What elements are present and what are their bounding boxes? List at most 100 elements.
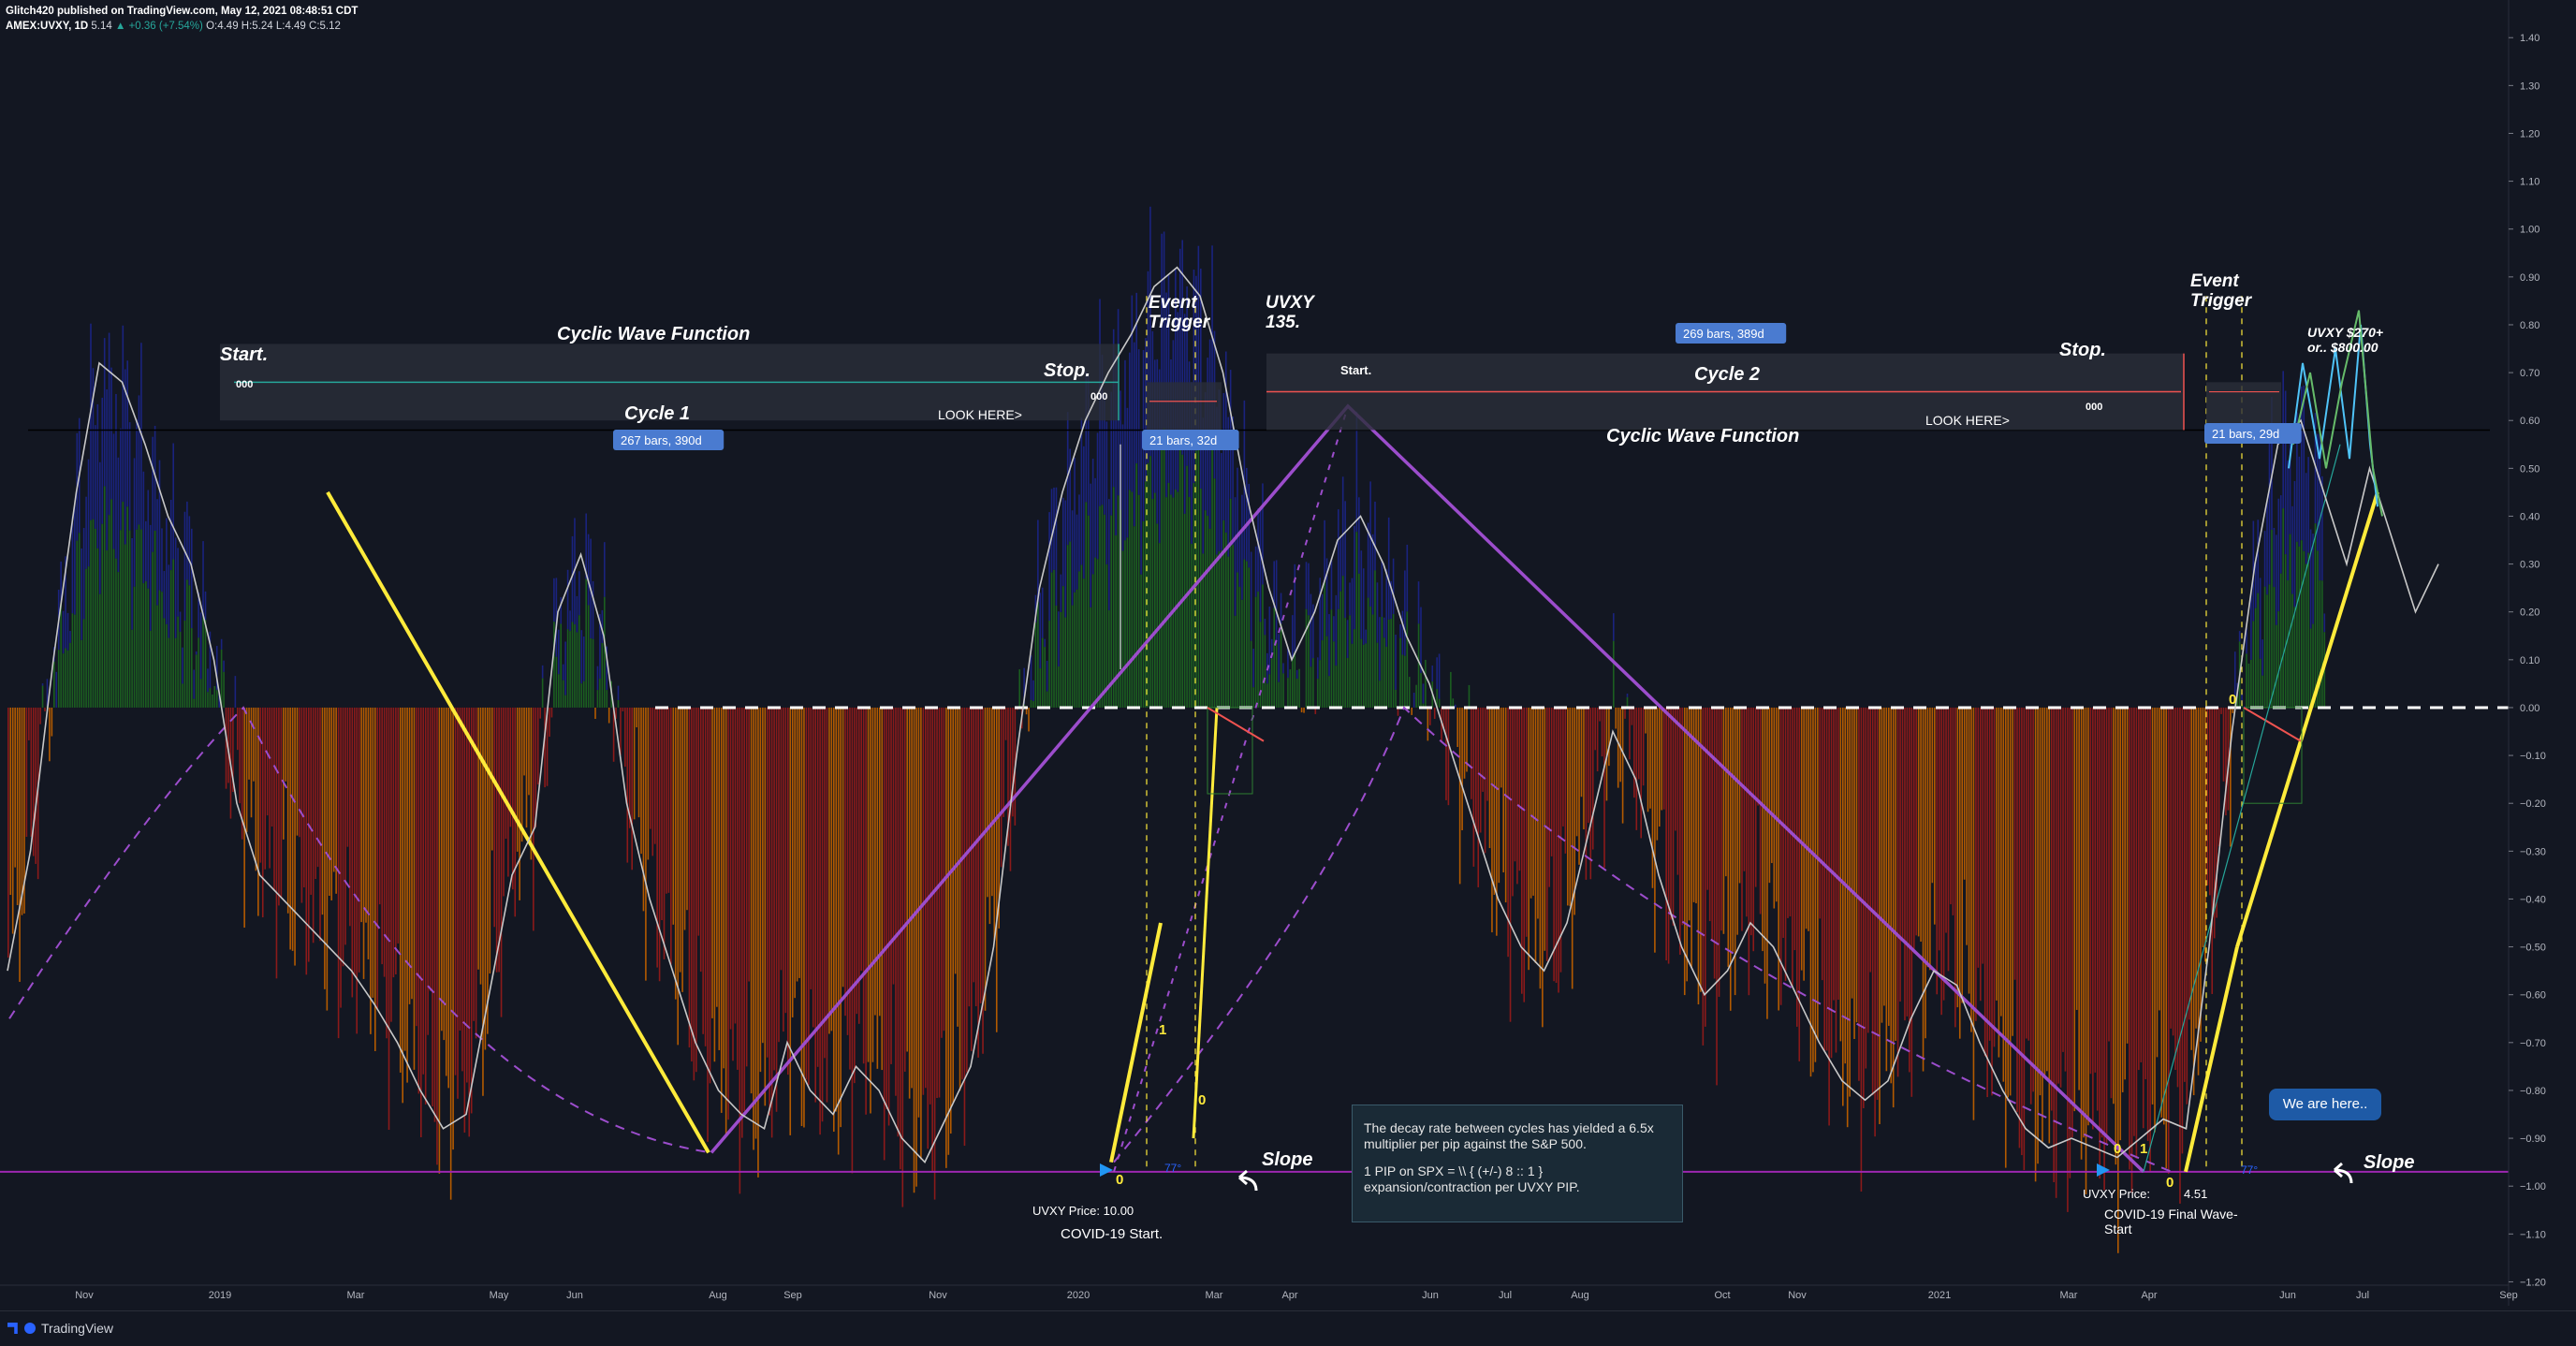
hist-bar bbox=[41, 683, 44, 686]
hist-bar bbox=[541, 678, 544, 708]
hist-bar bbox=[152, 436, 154, 552]
hist-bar bbox=[2023, 707, 2026, 1171]
hist-bar bbox=[342, 707, 344, 967]
annotation-text: UVXY bbox=[1266, 293, 1316, 313]
hist-bar bbox=[840, 707, 842, 1128]
hist-bar bbox=[1778, 707, 1779, 1011]
hist-bar bbox=[1708, 707, 1711, 922]
hist-bar bbox=[1809, 707, 1812, 1077]
hist-bar bbox=[587, 534, 590, 606]
hist-bar bbox=[1885, 707, 1888, 1072]
hist-bar bbox=[2055, 707, 2057, 1198]
hist-bar bbox=[346, 707, 349, 847]
hist-bar bbox=[966, 707, 968, 1073]
hist-bar bbox=[1328, 676, 1330, 708]
hist-bar bbox=[1438, 653, 1441, 699]
hist-bar bbox=[622, 707, 624, 712]
hist-bar bbox=[2261, 675, 2263, 708]
hist-bar bbox=[174, 537, 177, 638]
hist-bar bbox=[1188, 497, 1191, 708]
annotation-text: UVXY $270+ bbox=[2307, 325, 2383, 340]
hist-bar bbox=[2043, 707, 2046, 1078]
hist-bar bbox=[693, 707, 695, 1081]
hist-bar bbox=[2307, 552, 2309, 708]
hist-bar bbox=[2305, 563, 2307, 708]
hist-bar bbox=[329, 707, 330, 896]
hist-bar bbox=[1310, 666, 1312, 708]
hist-bar bbox=[631, 707, 633, 871]
hist-bar bbox=[166, 623, 168, 708]
hist-bar bbox=[1305, 608, 1308, 708]
hist-bar bbox=[1553, 707, 1555, 982]
hist-bar bbox=[1124, 359, 1126, 541]
hist-bar bbox=[2087, 707, 2089, 1126]
hist-bar bbox=[1080, 564, 1083, 708]
hist-bar bbox=[1091, 459, 1094, 575]
hist-bar bbox=[1383, 617, 1385, 638]
hist-bar bbox=[223, 671, 225, 708]
hist-bar bbox=[1883, 707, 1885, 1006]
hist-bar bbox=[2181, 707, 2184, 1154]
hist-bar bbox=[71, 516, 74, 614]
hist-bar bbox=[645, 707, 647, 981]
hist-bar bbox=[582, 680, 585, 708]
hist-bar bbox=[1140, 574, 1142, 708]
hist-bar bbox=[702, 707, 704, 1034]
hist-bar bbox=[620, 707, 622, 755]
hist-bar bbox=[156, 605, 158, 708]
hist-bar bbox=[555, 656, 558, 708]
hist-bar bbox=[69, 642, 71, 708]
hist-bar bbox=[1931, 707, 1934, 884]
hist-bar bbox=[2156, 707, 2159, 1058]
hist-bar bbox=[539, 707, 541, 719]
annotation-text: 269 bars, 389d bbox=[1683, 327, 1764, 341]
hist-bar bbox=[1358, 573, 1360, 708]
hist-bar bbox=[1569, 707, 1572, 906]
hist-bar bbox=[745, 707, 748, 1067]
hist-bar bbox=[1860, 707, 1863, 1192]
hist-bar bbox=[2080, 707, 2083, 1160]
hist-bar bbox=[1250, 551, 1252, 641]
hist-bar bbox=[1422, 683, 1425, 704]
hist-bar bbox=[1705, 707, 1706, 1027]
hist-bar bbox=[103, 486, 106, 708]
hist-bar bbox=[1257, 508, 1259, 593]
hist-bar bbox=[1298, 668, 1300, 708]
hist-bar bbox=[95, 425, 96, 529]
hist-bar bbox=[1647, 707, 1649, 812]
hist-bar bbox=[1060, 574, 1062, 612]
hist-bar bbox=[1631, 707, 1633, 725]
annotation-text: 21 bars, 29d bbox=[2212, 427, 2279, 441]
hist-bar bbox=[330, 707, 333, 900]
hist-bar bbox=[2009, 707, 2012, 1096]
red-segment bbox=[2243, 707, 2302, 742]
hist-bar bbox=[275, 707, 278, 979]
hist-bar bbox=[1558, 707, 1559, 993]
hist-bar bbox=[541, 665, 544, 679]
hist-bar bbox=[392, 707, 395, 978]
hist-bar bbox=[1697, 707, 1700, 1005]
hist-bar bbox=[1768, 707, 1771, 884]
info-note-1: The decay rate between cycles has yielde… bbox=[1364, 1120, 1654, 1151]
hist-bar bbox=[1178, 431, 1181, 708]
hist-bar bbox=[778, 707, 780, 1043]
tv-logo-icon bbox=[7, 1323, 18, 1334]
hist-bar bbox=[1983, 707, 1986, 1057]
tradingview-logo[interactable]: TradingView bbox=[7, 1321, 113, 1336]
y-tick-label: 0.60 bbox=[2520, 416, 2539, 427]
annotation-text: Event bbox=[2190, 271, 2239, 291]
hist-bar bbox=[2165, 707, 2168, 1169]
hist-bar bbox=[161, 592, 163, 708]
hist-bar bbox=[2220, 707, 2222, 714]
hist-bar bbox=[2277, 498, 2280, 612]
hist-bar bbox=[1030, 655, 1032, 700]
hist-bar bbox=[1876, 707, 1879, 1101]
hist-bar bbox=[1191, 544, 1193, 708]
hist-bar bbox=[1401, 610, 1404, 655]
hist-bar bbox=[1988, 707, 1991, 1041]
hist-bar bbox=[1218, 551, 1221, 708]
hist-bar bbox=[2119, 707, 2122, 1141]
hist-bar bbox=[145, 581, 147, 708]
hist-bar bbox=[2067, 707, 2069, 1212]
x-axis: Nov 2019 Mar May Jun Aug Sep Nov 2020 Mar Apr Jun Ju… bbox=[0, 1284, 2518, 1301]
